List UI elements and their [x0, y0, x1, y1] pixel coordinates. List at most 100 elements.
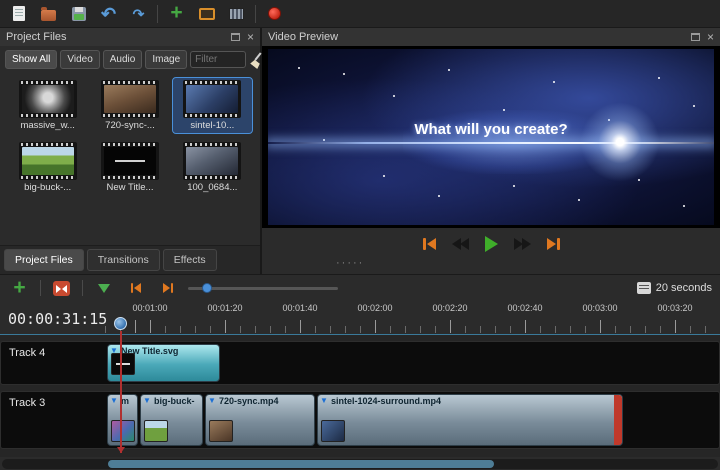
- slider-handle[interactable]: [202, 283, 212, 293]
- undo-button[interactable]: ↶: [97, 2, 120, 25]
- project-files-panel: Project Files × Show All Video Audio Ima…: [0, 28, 262, 274]
- snapping-toggle-button[interactable]: [50, 277, 73, 300]
- file-label: 100_0684...: [187, 182, 237, 193]
- tab-effects[interactable]: Effects: [163, 249, 217, 271]
- snapping-icon: [53, 281, 70, 296]
- video-preview-frame: What will you create?: [268, 49, 714, 225]
- project-files-title: Project Files: [6, 31, 67, 43]
- clip-thumbnail: [321, 420, 345, 442]
- playhead-marker[interactable]: [114, 317, 127, 330]
- clip-big-buck[interactable]: ▼ big-buck-: [140, 394, 203, 446]
- video-overlay-text: What will you create?: [268, 121, 714, 138]
- add-marker-button[interactable]: [124, 277, 147, 300]
- timeline-horizontal-scrollbar[interactable]: [2, 459, 718, 469]
- jump-end-button[interactable]: [547, 238, 560, 250]
- zoom-scale-indicator[interactable]: 20 seconds: [637, 282, 712, 294]
- panel-tabs: Project Files Transitions Effects: [0, 245, 260, 274]
- undo-icon: ↶: [101, 5, 116, 23]
- ruler-label: 00:01:20: [207, 303, 242, 313]
- project-file-item[interactable]: 100_0684...: [173, 140, 252, 195]
- timeline-panel: + 20 seconds 00:00:31:15 00:01:00 00:01:…: [0, 274, 720, 470]
- timeline-ruler[interactable]: 00:01:00 00:01:20 00:01:40 00:02:00 00:0…: [105, 301, 720, 335]
- clip-menu-icon[interactable]: ▼: [320, 395, 328, 406]
- clear-filter-broom-icon[interactable]: [249, 52, 255, 68]
- track-name: Track 4: [9, 347, 45, 359]
- ruler-label: 00:01:40: [282, 303, 317, 313]
- ruler-label: 00:03:00: [582, 303, 617, 313]
- close-icon[interactable]: ×: [707, 31, 714, 43]
- tracks-area: Track 4 ▼ New Title.svg Track 3 ▼ m ▼ bi…: [0, 335, 720, 457]
- project-file-item[interactable]: New Title...: [90, 140, 169, 195]
- new-project-button[interactable]: [7, 2, 30, 25]
- export-video-button[interactable]: [263, 2, 286, 25]
- light-flare: [575, 97, 665, 187]
- project-file-item[interactable]: big-buck-...: [8, 140, 87, 195]
- clip-label: 720-sync.mp4: [206, 395, 314, 406]
- project-file-item[interactable]: massive_w...: [8, 78, 87, 133]
- track-row-4: Track 4 ▼ New Title.svg: [0, 341, 720, 385]
- clip-menu-icon[interactable]: ▼: [110, 395, 118, 406]
- track-name: Track 3: [9, 397, 45, 409]
- clip-menu-icon[interactable]: ▼: [208, 395, 216, 406]
- clip-menu-icon[interactable]: ▼: [143, 395, 151, 406]
- filter-image-button[interactable]: Image: [145, 50, 187, 69]
- scrollbar-thumb[interactable]: [108, 460, 494, 468]
- clip-sintel[interactable]: ▼ sintel-1024-surround.mp4: [317, 394, 623, 446]
- filter-row: Show All Video Audio Image: [0, 46, 260, 73]
- clip-thumbnail: [209, 420, 233, 442]
- current-time-display: 00:00:31:15: [8, 310, 107, 328]
- add-track-plus-icon: +: [13, 277, 25, 298]
- play-button[interactable]: [485, 236, 498, 252]
- toolbar-separator: [82, 280, 83, 296]
- video-preview-header: Video Preview ×: [262, 28, 720, 46]
- rewind-button[interactable]: [452, 238, 469, 250]
- zoom-scale-label: 20 seconds: [656, 282, 712, 294]
- new-project-icon: [13, 6, 25, 21]
- add-track-button[interactable]: +: [8, 277, 31, 300]
- ruler-label: 00:02:00: [357, 303, 392, 313]
- clip-720-sync[interactable]: ▼ 720-sync.mp4: [205, 394, 315, 446]
- close-icon[interactable]: ×: [247, 31, 254, 43]
- filter-show-all-button[interactable]: Show All: [5, 50, 57, 69]
- clip-thumbnail: [144, 420, 168, 442]
- jump-start-button[interactable]: [423, 238, 436, 250]
- clip-new-title[interactable]: ▼ New Title.svg: [107, 344, 220, 382]
- file-thumbnail: [101, 80, 159, 118]
- import-files-button[interactable]: +: [165, 2, 188, 25]
- clip-trim-handle[interactable]: [614, 395, 622, 445]
- timeline-ruler-row: 00:00:31:15 00:01:00 00:01:20 00:01:40 0…: [0, 301, 720, 335]
- transport-controls: [262, 232, 720, 256]
- main-toolbar: ↶ ↷ +: [0, 0, 720, 28]
- next-marker-button[interactable]: [156, 277, 179, 300]
- timeline-zoom-slider[interactable]: [188, 281, 338, 295]
- filter-input[interactable]: [190, 51, 246, 68]
- redo-button[interactable]: ↷: [127, 2, 150, 25]
- clip-thumbnail: [111, 420, 135, 442]
- project-file-item-selected[interactable]: sintel-10...: [173, 78, 252, 133]
- ruler-label: 00:03:20: [657, 303, 692, 313]
- stars-decoration: [298, 67, 300, 69]
- profile-monitor-icon: [199, 8, 215, 20]
- fullscreen-button[interactable]: [225, 2, 248, 25]
- ruler-major-ticks: [105, 320, 720, 333]
- panel-splitter-handle[interactable]: ·····: [336, 257, 364, 269]
- main-area: Project Files × Show All Video Audio Ima…: [0, 28, 720, 274]
- filter-video-button[interactable]: Video: [60, 50, 99, 69]
- save-project-button[interactable]: [67, 2, 90, 25]
- clip-massive[interactable]: ▼ m: [107, 394, 138, 446]
- tab-transitions[interactable]: Transitions: [87, 249, 160, 271]
- fast-forward-button[interactable]: [514, 238, 531, 250]
- choose-profile-button[interactable]: [195, 2, 218, 25]
- filter-audio-button[interactable]: Audio: [103, 50, 143, 69]
- video-preview-title: Video Preview: [268, 31, 338, 43]
- jump-start-marker-icon: [131, 283, 141, 293]
- project-file-item[interactable]: 720-sync-...: [90, 78, 169, 133]
- open-project-button[interactable]: [37, 2, 60, 25]
- undock-icon[interactable]: [231, 33, 240, 41]
- video-preview-area: What will you create?: [262, 46, 720, 228]
- arrow-tool-button[interactable]: [92, 277, 115, 300]
- file-thumbnail: [183, 142, 241, 180]
- tab-project-files[interactable]: Project Files: [4, 249, 84, 271]
- undock-icon[interactable]: [691, 33, 700, 41]
- filmstrip-icon: [229, 8, 244, 20]
